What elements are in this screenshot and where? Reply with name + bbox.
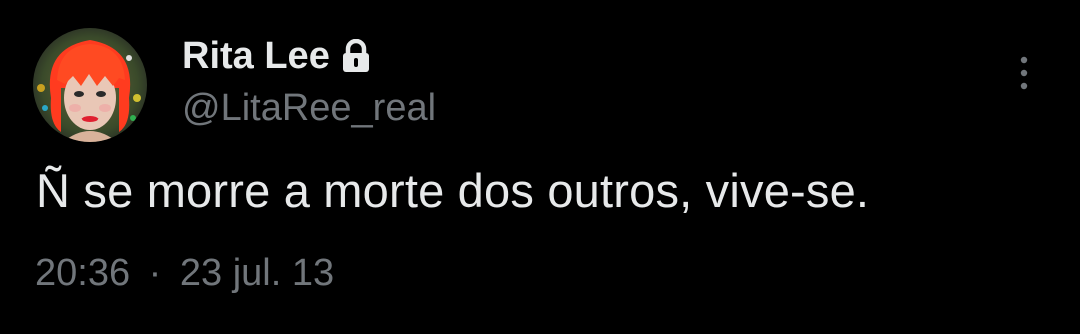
author-name[interactable]: Rita Lee [182,34,370,78]
more-vertical-icon [1020,56,1028,90]
author-handle[interactable]: @LitaRee_real [182,85,436,131]
author-display-name: Rita Lee [182,35,330,77]
meta-separator: · [148,252,162,294]
tweet-metadata: 20:36 · 23 jul. 13 [35,250,334,296]
more-options-button[interactable] [1006,52,1042,94]
avatar-image [33,28,147,142]
avatar[interactable] [33,28,147,142]
tweet-card: Rita Lee @LitaRee_real Ñ se morre a mort… [0,0,1080,334]
tweet-date[interactable]: 23 jul. 13 [180,252,334,294]
tweet-time[interactable]: 20:36 [35,252,130,294]
lock-icon [342,38,370,73]
tweet-text: Ñ se morre a morte dos outros, vive-se. [36,164,870,217]
